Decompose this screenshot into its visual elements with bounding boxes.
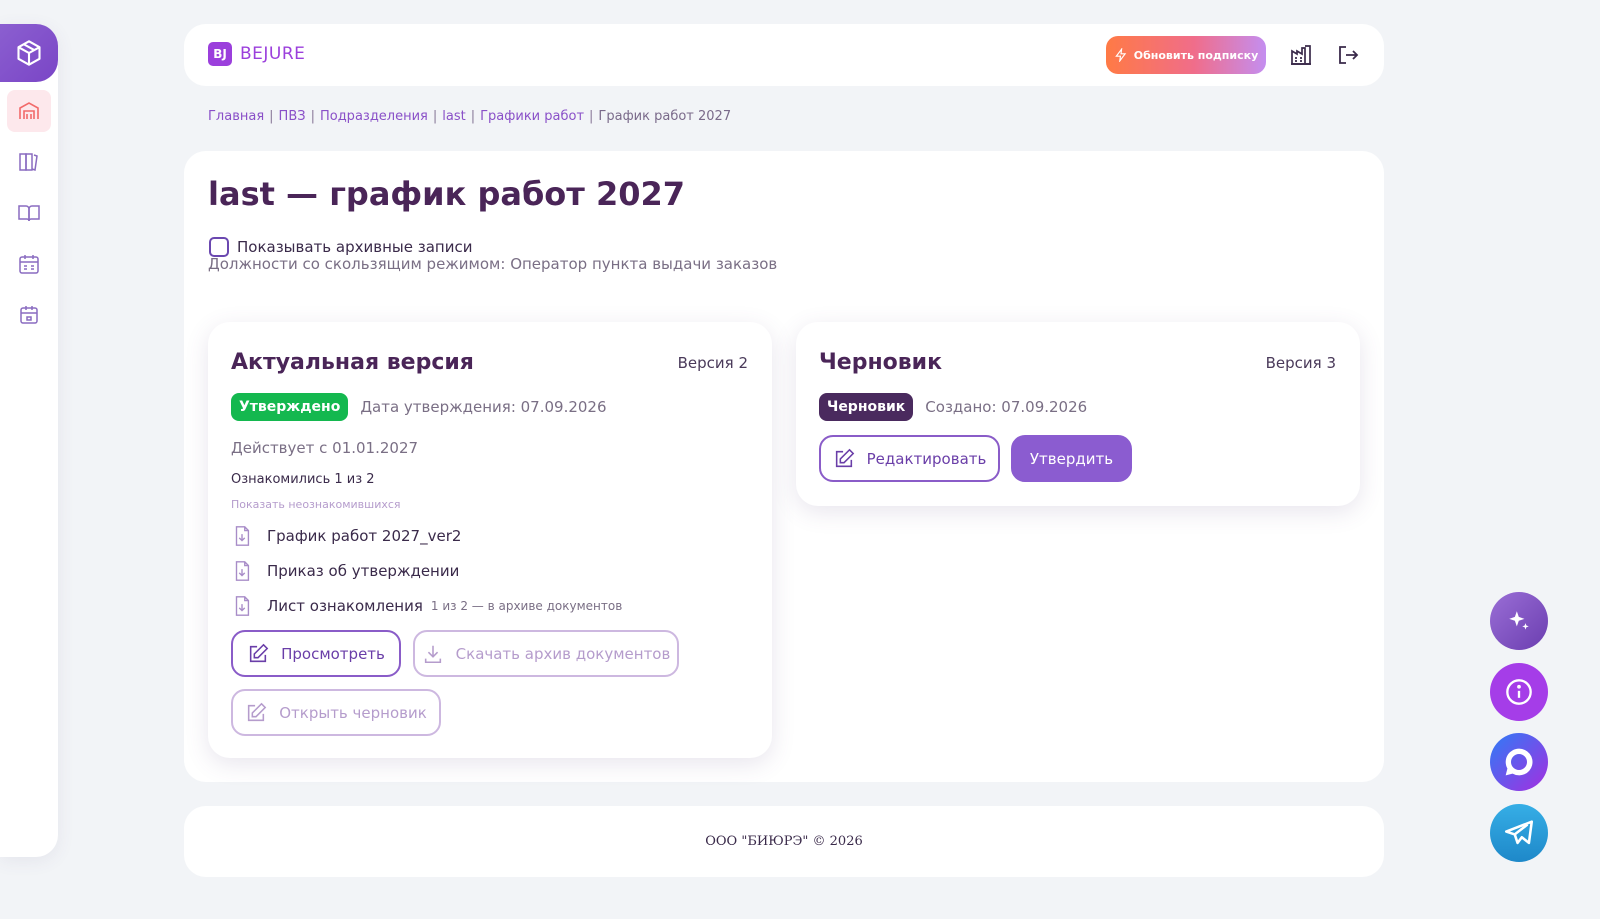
calendar-grid-icon bbox=[19, 255, 39, 274]
draft-title: Черновик bbox=[819, 350, 943, 375]
draft-card: Черновик Версия 3 Черновик Создано: 07.0… bbox=[796, 322, 1360, 506]
breadcrumb-divisions[interactable]: Подразделения bbox=[320, 109, 428, 124]
breadcrumb-division-last[interactable]: last bbox=[442, 109, 465, 124]
breadcrumb-home[interactable]: Главная bbox=[208, 109, 264, 124]
acknowledged-count: Ознакомились 1 из 2 bbox=[231, 472, 375, 487]
warehouse-icon bbox=[19, 102, 39, 119]
file-download-icon bbox=[235, 561, 250, 581]
info-button[interactable] bbox=[1490, 663, 1548, 721]
telegram-button[interactable] bbox=[1490, 804, 1548, 862]
calendar-icon bbox=[20, 306, 38, 324]
breadcrumb-separator: | bbox=[310, 109, 315, 124]
draft-created-date: Создано: 07.09.2026 bbox=[925, 398, 1088, 416]
breadcrumb: Главная | ПВЗ | Подразделения | last | Графики р… bbox=[208, 109, 731, 124]
breadcrumb-current: График работ 2027 bbox=[598, 109, 732, 124]
file-download-icon bbox=[235, 596, 250, 616]
logout-icon[interactable] bbox=[1336, 43, 1360, 67]
draft-created-row: Черновик Создано: 07.09.2026 bbox=[819, 393, 1087, 421]
breadcrumb-separator: | bbox=[589, 109, 594, 124]
document-label: График работ 2027_ver2 bbox=[267, 527, 462, 545]
chat-bubble-icon bbox=[1505, 748, 1533, 776]
document-note: 1 из 2 — в архиве документов bbox=[430, 599, 623, 613]
edit-icon bbox=[835, 448, 854, 467]
status-badge-approved: Утверждено bbox=[231, 393, 349, 421]
book-open-icon bbox=[18, 205, 40, 222]
open-draft-button[interactable]: Открыть черновик bbox=[231, 689, 441, 736]
breadcrumb-pvz[interactable]: ПВЗ bbox=[279, 109, 306, 124]
footer: ООО "БИЮРЭ" © 2026 bbox=[184, 806, 1384, 877]
lightning-icon bbox=[1114, 48, 1126, 62]
page-title: last — график работ 2027 bbox=[208, 175, 686, 213]
edit-icon bbox=[249, 643, 269, 662]
open-draft-label: Открыть черновик bbox=[279, 703, 427, 722]
brand-name: BEJURE bbox=[240, 44, 306, 64]
breadcrumb-separator: | bbox=[269, 109, 274, 124]
current-version-number: Версия 2 bbox=[677, 354, 748, 372]
sidebar-item-library[interactable] bbox=[7, 141, 51, 183]
show-archive-checkbox[interactable] bbox=[209, 237, 229, 257]
sidebar-item-book[interactable] bbox=[7, 192, 51, 234]
upgrade-subscription-label: Обновить подписку bbox=[1133, 48, 1259, 62]
effective-from: Действует с 01.01.2027 bbox=[231, 439, 419, 457]
document-label: Лист ознакомления bbox=[267, 597, 423, 615]
document-label: Приказ об утверждении bbox=[267, 562, 460, 580]
library-icon bbox=[19, 153, 38, 171]
breadcrumb-schedules[interactable]: Графики работ bbox=[480, 109, 584, 124]
download-icon bbox=[424, 645, 441, 663]
approval-date: Дата утверждения: 07.09.2026 bbox=[360, 398, 607, 416]
edit-draft-label: Редактировать bbox=[866, 449, 987, 468]
show-unacknowledged-link[interactable]: Показать неознакомившихся bbox=[231, 498, 401, 511]
footer-copyright: ООО "БИЮРЭ" © 2026 bbox=[705, 834, 863, 849]
brand-logo[interactable]: BJ BEJURE bbox=[208, 42, 305, 66]
download-archive-label: Скачать архив документов bbox=[455, 644, 671, 663]
sidebar-item-warehouse[interactable] bbox=[7, 90, 51, 132]
document-item[interactable]: Приказ об утверждении bbox=[231, 560, 459, 582]
factory-icon[interactable] bbox=[1289, 43, 1313, 67]
brand-mark: BJ bbox=[208, 42, 232, 66]
breadcrumb-separator: | bbox=[432, 109, 438, 124]
approve-draft-button[interactable]: Утвердить bbox=[1011, 435, 1132, 482]
sidebar bbox=[0, 24, 58, 857]
document-item[interactable]: График работ 2027_ver2 bbox=[231, 525, 461, 547]
ai-assistant-button[interactable] bbox=[1490, 592, 1548, 650]
current-version-title: Актуальная версия bbox=[231, 350, 474, 375]
telegram-icon bbox=[1504, 820, 1534, 845]
breadcrumb-separator: | bbox=[470, 109, 476, 124]
chat-button[interactable] bbox=[1490, 733, 1548, 791]
document-item[interactable]: Лист ознакомления 1 из 2 — в архиве доку… bbox=[231, 595, 622, 617]
download-archive-button[interactable]: Скачать архив документов bbox=[413, 630, 679, 677]
approval-row: Утверждено Дата утверждения: 07.09.2026 bbox=[231, 393, 607, 421]
edit-draft-button[interactable]: Редактировать bbox=[819, 435, 1000, 482]
view-button-label: Просмотреть bbox=[281, 644, 385, 663]
main-content: last — график работ 2027 Показывать архи… bbox=[184, 151, 1384, 782]
upgrade-subscription-button[interactable]: Обновить подписку bbox=[1106, 36, 1266, 74]
approve-draft-label: Утвердить bbox=[1029, 449, 1114, 468]
info-icon bbox=[1506, 679, 1532, 705]
show-archive-toggle[interactable]: Показывать архивные записи bbox=[209, 237, 472, 257]
sliding-positions-text: Должности со скользящим режимом: Операто… bbox=[208, 255, 778, 273]
app-logo-cube-icon[interactable] bbox=[0, 24, 58, 82]
current-version-card: Актуальная версия Версия 2 Утверждено Да… bbox=[208, 322, 772, 758]
draft-version-number: Версия 3 bbox=[1265, 354, 1336, 372]
view-button[interactable]: Просмотреть bbox=[231, 630, 401, 677]
file-download-icon bbox=[235, 526, 250, 546]
show-archive-label: Показывать архивные записи bbox=[237, 238, 473, 256]
top-header: BJ BEJURE Обновить подписку bbox=[184, 24, 1384, 86]
sidebar-item-calendar[interactable] bbox=[7, 294, 51, 336]
sidebar-item-calendar-grid[interactable] bbox=[7, 243, 51, 285]
sparkles-icon bbox=[1509, 611, 1529, 630]
status-badge-draft: Черновик bbox=[819, 393, 914, 421]
edit-icon bbox=[248, 702, 267, 721]
